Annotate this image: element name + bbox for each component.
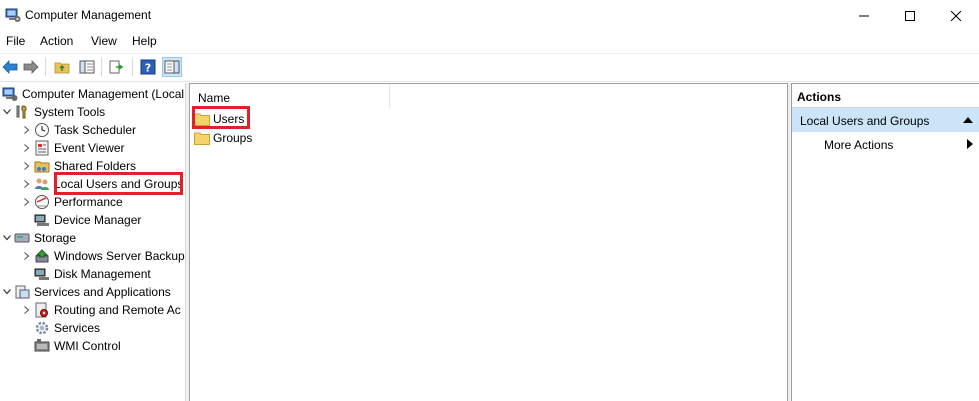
tree-item-performance[interactable]: Performance: [20, 193, 123, 211]
toolbar-separator: [132, 58, 133, 76]
console-tree: Computer Management (Local System Tools …: [0, 83, 185, 401]
users-icon: [34, 176, 50, 192]
computer-management-icon: [2, 86, 18, 102]
maximize-button[interactable]: [887, 0, 933, 31]
chevron-right-icon[interactable]: [20, 139, 34, 157]
actions-section-label: Local Users and Groups: [800, 114, 930, 128]
forward-arrow-icon[interactable]: [21, 57, 41, 77]
list-item[interactable]: Groups: [194, 129, 252, 147]
disk-management-icon: [34, 266, 50, 282]
tree-item-label: Performance: [54, 195, 123, 209]
more-actions-item[interactable]: More Actions: [792, 134, 979, 154]
show-hide-tree-icon[interactable]: [77, 57, 97, 77]
tree-item-services[interactable]: Services: [34, 319, 100, 337]
export-list-icon[interactable]: [107, 57, 127, 77]
title-bar: Computer Management: [0, 0, 979, 31]
actions-section-local-users-groups[interactable]: Local Users and Groups: [792, 108, 979, 132]
services-applications-icon: [14, 284, 30, 300]
tree-item-device-manager[interactable]: Device Manager: [34, 211, 141, 229]
toolbar-separator: [45, 58, 46, 76]
tree-item-label: WMI Control: [54, 339, 121, 353]
menu-file[interactable]: File: [6, 34, 25, 48]
routing-icon: [34, 302, 50, 318]
tree-item-storage[interactable]: Storage: [0, 229, 76, 247]
column-header-name[interactable]: Name: [190, 84, 390, 108]
help-icon[interactable]: ?: [138, 57, 158, 77]
results-pane: Name Users Groups: [190, 83, 787, 401]
tree-item-wmi-control[interactable]: WMI Control: [34, 337, 121, 355]
svg-text:?: ?: [145, 62, 151, 75]
backup-icon: [34, 248, 50, 264]
minimize-button[interactable]: [841, 0, 887, 31]
tree-item-system-tools[interactable]: System Tools: [0, 103, 105, 121]
window-title: Computer Management: [25, 8, 152, 22]
chevron-right-icon[interactable]: [20, 193, 34, 211]
menu-action[interactable]: Action: [40, 34, 73, 48]
tree-item-label: Routing and Remote Ac: [54, 303, 181, 317]
chevron-down-icon[interactable]: [0, 103, 14, 121]
actions-header: Actions: [792, 84, 979, 108]
collapse-triangle-icon[interactable]: [963, 117, 973, 123]
chevron-right-icon[interactable]: [20, 247, 34, 265]
tree-item-label: Task Scheduler: [54, 123, 137, 137]
actions-pane: Actions Local Users and Groups More Acti…: [791, 83, 979, 401]
chevron-down-icon[interactable]: [0, 283, 14, 301]
tree-item-task-scheduler[interactable]: Task Scheduler: [20, 121, 136, 139]
chevron-right-icon[interactable]: [20, 175, 34, 193]
wmi-control-icon: [34, 338, 50, 354]
tree-item-label: Disk Management: [54, 267, 151, 281]
tree-item-label: Event Viewer: [54, 141, 125, 155]
highlight-box: [192, 106, 250, 129]
tree-item-label: Services: [54, 321, 101, 335]
tree-item-label: Services and Applications: [34, 285, 171, 299]
close-button[interactable]: [933, 0, 979, 31]
toolbar: ?: [0, 53, 979, 79]
clock-icon: [34, 122, 50, 138]
pane-divider: [0, 81, 979, 82]
event-log-icon: [34, 140, 50, 156]
tree-item-label: Computer Management (Local: [22, 87, 185, 101]
tree-item-services-applications[interactable]: Services and Applications: [0, 283, 171, 301]
shared-folder-icon: [34, 158, 50, 174]
tree-item-root[interactable]: Computer Management (Local: [2, 85, 184, 103]
column-header-label: Name: [198, 91, 231, 105]
tree-item-event-viewer[interactable]: Event Viewer: [20, 139, 124, 157]
menu-bar: File Action View Help: [0, 31, 979, 52]
chevron-down-icon[interactable]: [0, 229, 14, 247]
tree-item-windows-server-backup[interactable]: Windows Server Backup: [20, 247, 185, 265]
chevron-right-icon[interactable]: [20, 121, 34, 139]
menu-help[interactable]: Help: [132, 34, 157, 48]
chevron-right-icon[interactable]: [20, 157, 34, 175]
toolbar-separator: [101, 58, 102, 76]
highlight-box: [54, 172, 183, 195]
submenu-arrow-icon: [967, 139, 973, 149]
chevron-right-icon[interactable]: [20, 301, 34, 319]
show-hide-action-pane-icon[interactable]: [162, 57, 182, 77]
up-folder-icon[interactable]: [52, 57, 72, 77]
tree-item-disk-management[interactable]: Disk Management: [34, 265, 151, 283]
folder-icon: [194, 132, 210, 145]
gear-icon: [34, 320, 50, 336]
tree-item-label: Storage: [34, 231, 77, 245]
menu-view[interactable]: View: [91, 34, 117, 48]
list-item-label: Groups: [213, 131, 253, 145]
tree-item-label: Device Manager: [54, 213, 142, 227]
storage-icon: [14, 230, 30, 246]
tree-item-label: Windows Server Backup: [54, 249, 185, 263]
tools-icon: [14, 104, 30, 120]
device-manager-icon: [34, 212, 50, 228]
tree-item-label: System Tools: [34, 105, 106, 119]
actions-header-label: Actions: [797, 90, 842, 104]
tree-item-routing[interactable]: Routing and Remote Ac: [20, 301, 181, 319]
more-actions-label: More Actions: [824, 138, 894, 152]
computer-management-icon: [5, 7, 21, 23]
back-arrow-icon[interactable]: [0, 57, 20, 77]
performance-icon: [34, 194, 50, 210]
